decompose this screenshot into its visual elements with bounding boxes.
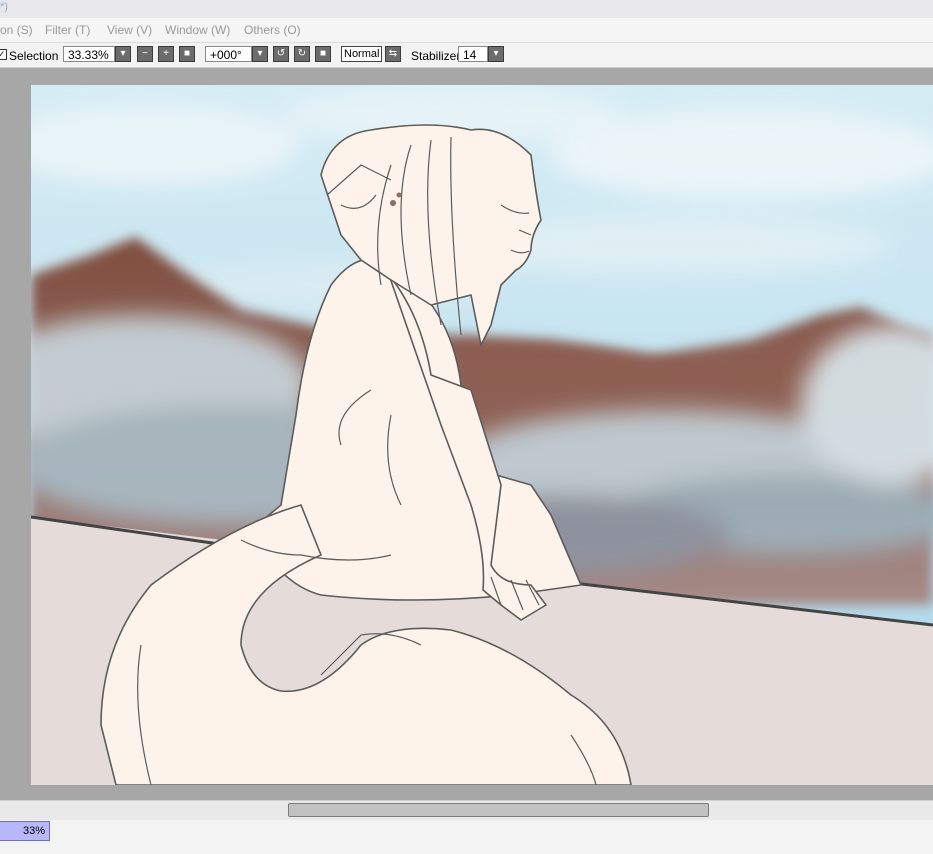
plus-icon: + (163, 48, 169, 59)
zoom-status-indicator: 33% (0, 821, 50, 841)
status-bar: 33% (0, 820, 933, 854)
window-title: *) (0, 1, 8, 13)
horizontal-scrollbar[interactable] (0, 800, 933, 821)
selection-checkbox[interactable]: ✓ (0, 49, 7, 60)
menu-others[interactable]: Others (O) (244, 23, 301, 37)
stabilizer-label: Stabilizer (411, 49, 461, 63)
flip-horizontal-button[interactable]: ⇆ (385, 46, 401, 62)
rotation-reset-button[interactable]: ■ (315, 46, 331, 62)
rotate-right-icon: ↻ (297, 48, 307, 59)
rotate-left-button[interactable]: ↺ (273, 46, 289, 62)
rotate-left-icon: ↺ (276, 48, 286, 59)
minus-icon: − (142, 48, 148, 59)
selection-label: Selection (9, 49, 59, 63)
menu-view[interactable]: View (V) (107, 23, 152, 37)
artwork-illustration (31, 85, 933, 785)
stabilizer-field[interactable]: 14 (458, 46, 488, 62)
rotate-right-button[interactable]: ↻ (294, 46, 310, 62)
zoom-out-button[interactable]: − (137, 46, 153, 62)
chevron-down-icon: ▾ (257, 48, 263, 59)
title-bar: *) (0, 0, 933, 18)
zoom-field[interactable]: 33.33% (63, 46, 115, 62)
rotation-dropdown-button[interactable]: ▾ (252, 46, 268, 62)
menu-filter[interactable]: Filter (T) (45, 23, 90, 37)
chevron-down-icon: ▾ (120, 48, 126, 59)
menu-window[interactable]: Window (W) (165, 23, 230, 37)
zoom-dropdown-button[interactable]: ▾ (115, 46, 131, 62)
chevron-down-icon: ▾ (493, 48, 499, 59)
stabilizer-dropdown-button[interactable]: ▾ (488, 46, 504, 62)
rotation-field[interactable]: +000° (205, 46, 252, 62)
menu-selection[interactable]: on (S) (0, 23, 33, 37)
zoom-in-button[interactable]: + (158, 46, 174, 62)
blend-mode-button[interactable]: Normal (341, 46, 383, 62)
flip-icon: ⇆ (388, 48, 398, 59)
zoom-reset-button[interactable]: ■ (179, 46, 195, 62)
square-icon: ■ (183, 48, 191, 59)
square-icon: ■ (319, 48, 327, 59)
menu-bar: on (S) Filter (T) View (V) Window (W) Ot… (0, 18, 933, 43)
view-toolbar: ✓ Selection 33.33% ▾ − + ■ +000° ▾ ↺ ↻ ■… (0, 43, 933, 68)
scrollbar-thumb[interactable] (288, 803, 709, 817)
drawing-canvas[interactable] (31, 85, 933, 785)
